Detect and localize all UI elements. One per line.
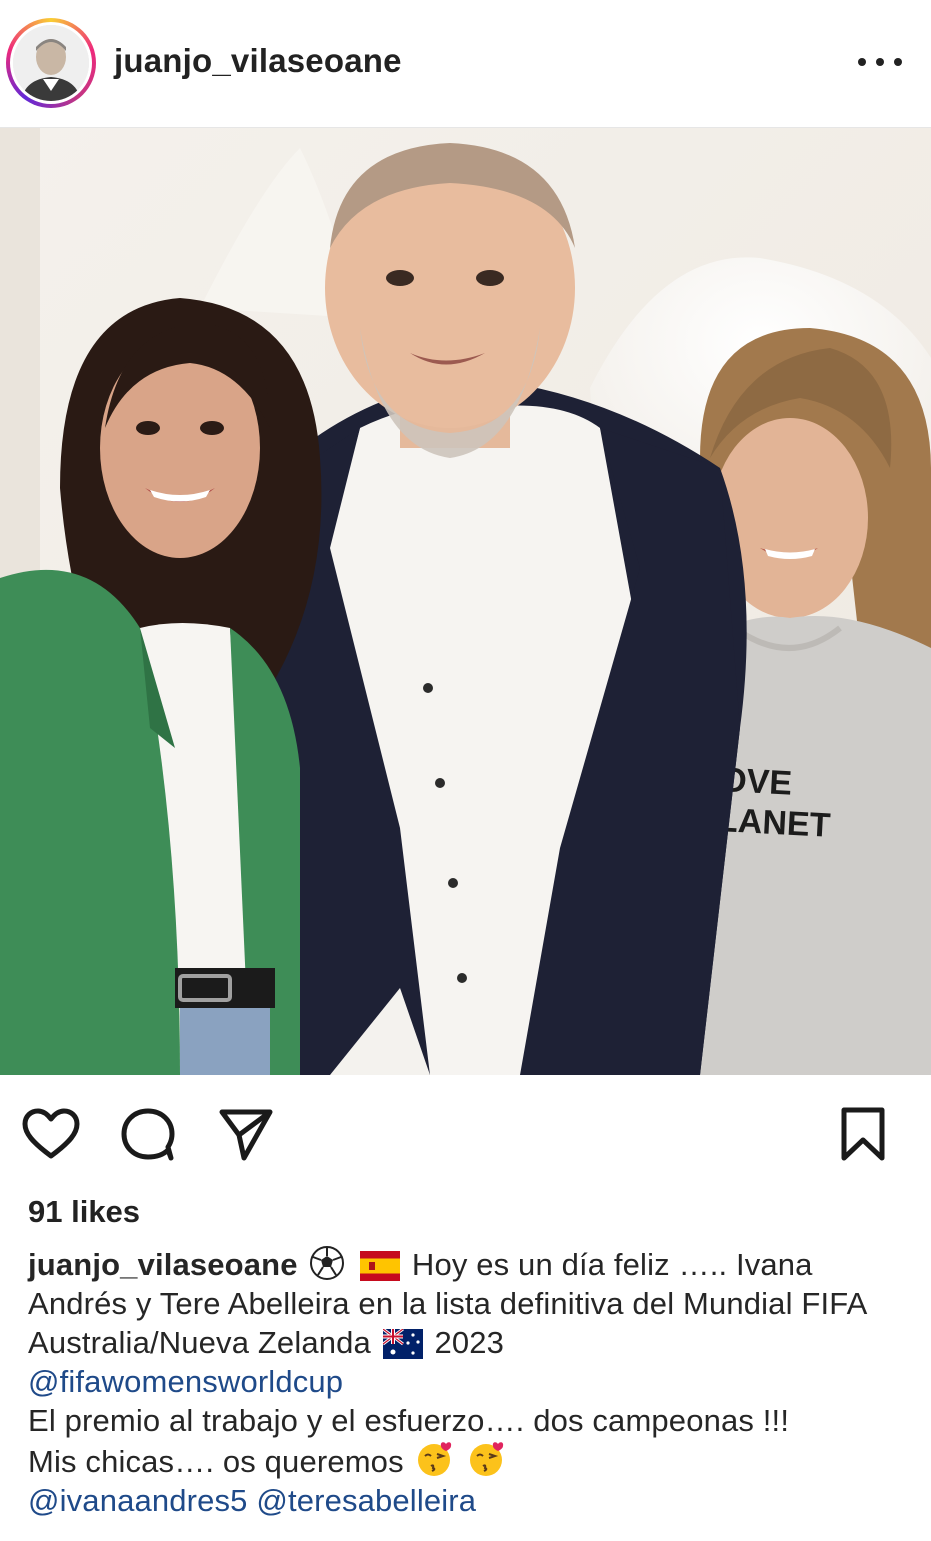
avatar-gap	[10, 22, 92, 104]
mention-teresabelleira[interactable]: @teresabelleira	[256, 1483, 476, 1518]
caption-username[interactable]: juanjo_vilaseoane	[28, 1247, 298, 1282]
share-icon[interactable]	[218, 1106, 274, 1162]
more-dot	[858, 58, 866, 66]
likes-count[interactable]: 91 likes	[28, 1194, 140, 1230]
more-icon[interactable]	[858, 50, 902, 74]
avatar[interactable]	[13, 25, 89, 101]
bookmark-icon[interactable]	[840, 1106, 886, 1162]
photo-illustration: VE OVE R PLANET	[0, 128, 931, 1075]
action-bar	[0, 1075, 931, 1190]
caption: juanjo_vilaseoane Hoy es un día feliz ….…	[28, 1245, 908, 1520]
heart-icon[interactable]	[22, 1108, 80, 1160]
more-dot	[894, 58, 902, 66]
caption-block-2: El premio al trabajo y el esfuerzo…. dos…	[28, 1401, 908, 1520]
caption-line-3: Mis chicas…. os queremos	[28, 1444, 404, 1479]
mention-ivanaandres5[interactable]: @ivanaandres5	[28, 1483, 248, 1518]
caption-year: 2023	[434, 1325, 505, 1360]
australia-flag-emoji	[382, 1329, 423, 1359]
spain-flag-emoji	[360, 1251, 401, 1281]
soccer-ball-emoji	[309, 1245, 345, 1281]
caption-line-2: El premio al trabajo y el esfuerzo…. dos…	[28, 1403, 790, 1438]
comment-icon[interactable]	[120, 1106, 176, 1162]
avatar-image	[13, 25, 89, 101]
story-ring[interactable]	[6, 18, 96, 108]
post-photo[interactable]: VE OVE R PLANET	[0, 128, 931, 1075]
kiss-emoji	[416, 1440, 454, 1478]
post-header: juanjo_vilaseoane	[0, 0, 931, 128]
kiss-emoji	[468, 1440, 506, 1478]
mention-fifawomensworldcup[interactable]: @fifawomensworldcup	[28, 1364, 343, 1399]
caption-block-1: juanjo_vilaseoane Hoy es un día feliz ….…	[28, 1245, 908, 1401]
post-username[interactable]: juanjo_vilaseoane	[114, 42, 402, 80]
more-dot	[876, 58, 884, 66]
